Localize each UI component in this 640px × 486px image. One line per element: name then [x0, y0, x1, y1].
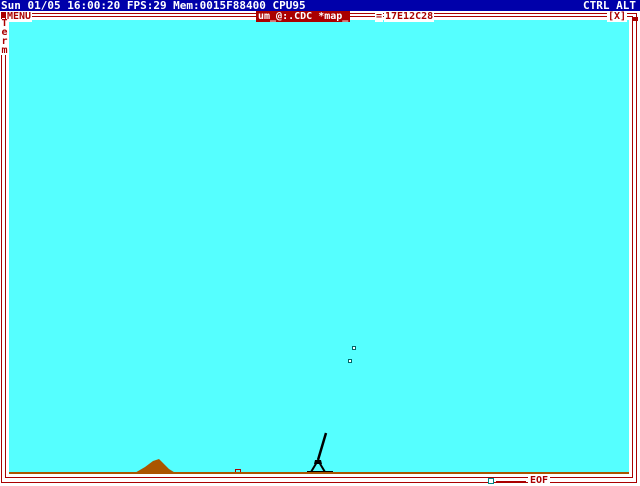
- status-info: Sun 01/05 16:00:20 FPS:29 Mem:0015F88400…: [1, 0, 306, 11]
- game-canvas[interactable]: [9, 20, 629, 474]
- projectile-icon: [348, 359, 352, 363]
- system-status-bar: Sun 01/05 16:00:20 FPS:29 Mem:0015F88400…: [0, 0, 640, 11]
- scroll-thumb-icon[interactable]: [488, 478, 494, 484]
- scrollbar-gap: [576, 481, 600, 482]
- terminal-window: MENU um_@:.CDC *map_ = 17E12C28 [X] T e …: [0, 11, 640, 486]
- window-title: um_@:.CDC *map_: [256, 11, 351, 22]
- modifier-keys-indicator: CTRL ALT: [583, 0, 636, 11]
- title-separator: =: [375, 11, 384, 22]
- close-button[interactable]: [X]: [607, 11, 628, 22]
- side-term-label: T e r m: [0, 18, 9, 56]
- ground-strip: [9, 472, 629, 474]
- side-label-text: T e r m: [1, 18, 8, 56]
- task-id: 17E12C28: [384, 11, 435, 22]
- horizontal-scrollbar-track[interactable]: [496, 481, 526, 482]
- cannon-icon[interactable]: [307, 432, 335, 474]
- eof-indicator: EOF: [528, 475, 551, 486]
- menu-button[interactable]: MENU: [6, 11, 33, 22]
- projectile-icon: [352, 346, 356, 350]
- resize-corner-icon[interactable]: [633, 17, 638, 21]
